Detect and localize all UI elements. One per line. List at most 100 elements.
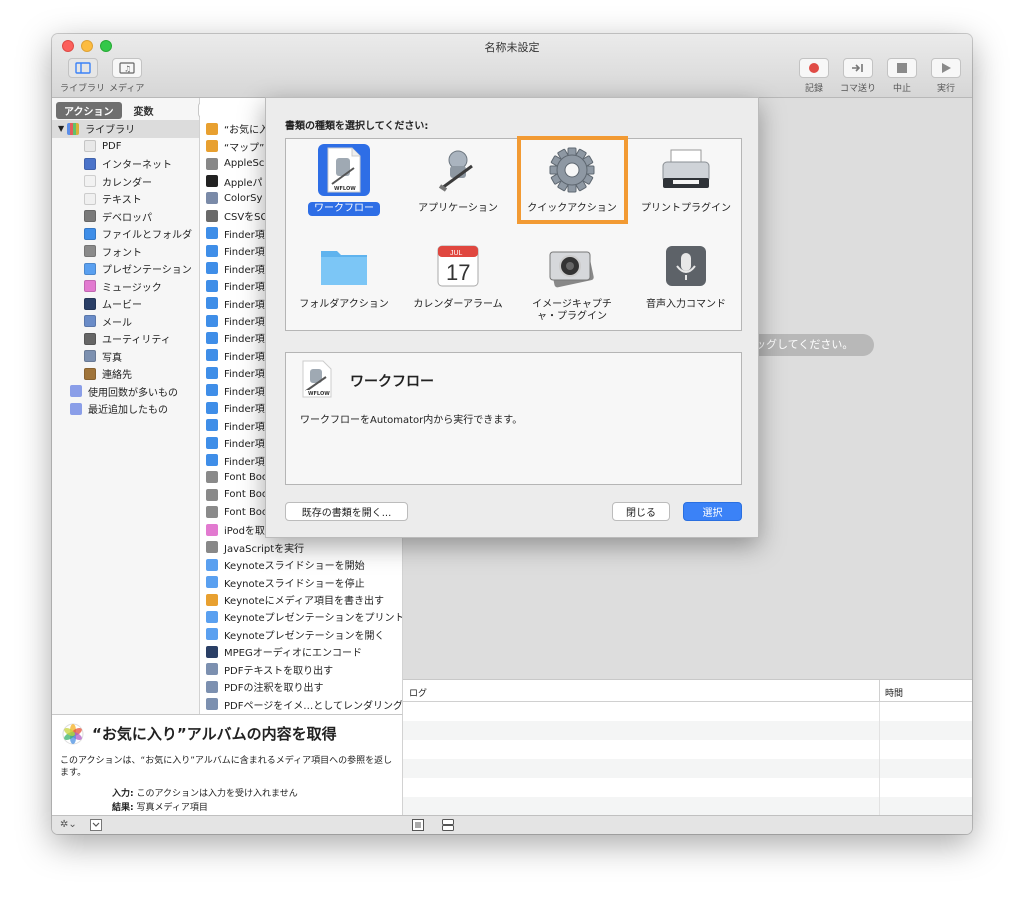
log-column-header[interactable]: ログ: [409, 686, 427, 699]
action-list-item[interactable]: Keynoteプレゼンテーションを開く: [200, 626, 402, 643]
type-folder-action[interactable]: フォルダアクション: [287, 236, 401, 328]
sheet-prompt: 書類の種類を選択してください:: [285, 121, 429, 132]
action-list-item[interactable]: JavaScriptを実行: [200, 539, 402, 556]
step-button[interactable]: コマ送り: [838, 58, 878, 94]
type-workflow[interactable]: WFLOW ワークフロー: [287, 140, 401, 232]
run-label: 実行: [936, 84, 955, 94]
action-label: Finder項: [224, 282, 265, 294]
time-column-header[interactable]: 時間: [885, 686, 903, 699]
fontbook-icon: [206, 471, 218, 484]
action-label: JavaScriptを実行: [224, 543, 305, 555]
type-image-capture-plugin[interactable]: イメージキャプチ ャ・プラグイン: [515, 236, 629, 328]
choose-button[interactable]: 選択: [683, 502, 742, 521]
action-list-item[interactable]: PDFの注釈を取り出す: [200, 678, 402, 695]
media-icon[interactable]: ♫: [111, 58, 142, 78]
type-print-plugin-label: プリントプラグイン: [641, 203, 731, 214]
record-label: 記録: [804, 84, 823, 94]
tab-variables[interactable]: 変数: [126, 102, 162, 119]
library-root-label: ライブラリ: [85, 125, 136, 137]
info-meta: 入力: このアクションは入力を受け入れません 結果: 写真メディア項目: [112, 787, 298, 815]
log-table: ログ 時間: [403, 679, 972, 816]
sidebar-item[interactable]: ミュージック: [52, 278, 199, 296]
sidebar-item[interactable]: ファイルとフォルダ: [52, 225, 199, 243]
library-tree: ▼ ライブラリ PDF インターネット カレンダーテキスト デベロッパファイルとフォル…: [52, 120, 199, 418]
action-list-item[interactable]: Keynoteスライドショーを開始: [200, 556, 402, 573]
library-toggle[interactable]: ライブラリ: [60, 58, 105, 94]
sidebar-item[interactable]: カレンダー: [52, 173, 199, 191]
fontbook-icon: [206, 488, 218, 501]
finder-icon: [206, 436, 218, 449]
action-label: Keynoteプレゼンテーションをプリント: [224, 613, 402, 625]
script-icon: [206, 541, 218, 554]
run-button[interactable]: 実行: [926, 58, 966, 94]
stop-icon[interactable]: [887, 58, 917, 78]
type-dictation-command[interactable]: 音声入力コマンド: [629, 236, 743, 328]
sidebar-item[interactable]: テキスト: [52, 190, 199, 208]
sidebar-item[interactable]: デベロッパ: [52, 208, 199, 226]
script-icon: [206, 157, 218, 170]
action-list-item[interactable]: PDFテキストを取り出す: [200, 661, 402, 678]
sidebar-item-label: ファイルとフォルダ: [102, 230, 192, 242]
open-existing-button[interactable]: 既存の書類を開く...: [285, 502, 408, 521]
smart-group-item[interactable]: 使用回数が多いもの: [52, 383, 199, 401]
sidebar-item[interactable]: フォント: [52, 243, 199, 261]
pdf-icon: [84, 140, 96, 153]
type-application[interactable]: アプリケーション: [401, 140, 515, 232]
sidebar-item-label: テキスト: [102, 195, 142, 207]
action-label: Font Boo: [224, 506, 269, 518]
movie-icon: [84, 297, 96, 310]
sidebar-item[interactable]: PDF: [52, 138, 199, 156]
split-view-icon[interactable]: [442, 819, 454, 831]
stop-button[interactable]: 中止: [882, 58, 922, 94]
type-calendar-alarm[interactable]: JUL 17 カレンダーアラーム: [401, 236, 515, 328]
finder-icon: [206, 262, 218, 275]
media-toggle[interactable]: ♫ メディア: [109, 58, 144, 94]
disclosure-triangle-icon[interactable]: ▼: [58, 124, 64, 133]
preview-icon: [206, 663, 218, 676]
keynote-icon: [206, 576, 218, 589]
type-calendar-alarm-label: カレンダーアラーム: [413, 299, 503, 310]
sidebar-item[interactable]: インターネット: [52, 155, 199, 173]
record-button[interactable]: 記録: [794, 58, 834, 94]
list-view-icon[interactable]: [412, 819, 424, 831]
music-icon: [206, 523, 218, 536]
sidebar-item-label: PDF: [102, 140, 122, 152]
calendar-day: 17: [446, 260, 470, 285]
wflow-tag: WFLOW: [308, 391, 330, 397]
action-list-item[interactable]: Keynoteスライドショーを停止: [200, 573, 402, 590]
action-list-item[interactable]: PDFページをイメ…としてレンダリング: [200, 695, 402, 712]
close-button[interactable]: 閉じる: [612, 502, 670, 521]
photos-icon: [206, 140, 218, 153]
action-list-item[interactable]: Keynoteにメディア項目を書き出す: [200, 591, 402, 608]
record-icon[interactable]: [799, 58, 829, 78]
run-icon[interactable]: [931, 58, 961, 78]
type-print-plugin[interactable]: プリントプラグイン: [629, 140, 743, 232]
action-label: Finder項: [224, 439, 265, 451]
info-toggle-icon[interactable]: [90, 819, 102, 831]
input-label: 入力:: [112, 789, 134, 799]
sidebar-item[interactable]: ムービー: [52, 295, 199, 313]
library-icon[interactable]: [67, 58, 98, 78]
sidebar-item[interactable]: 写真: [52, 348, 199, 366]
info-title: “お気に入り”アルバムの内容を取得: [92, 725, 337, 743]
action-list-item[interactable]: Keynoteプレゼンテーションをプリント: [200, 608, 402, 625]
smart-group-item[interactable]: 最近追加したもの: [52, 400, 199, 418]
log-row: [403, 740, 972, 759]
photo-icon: [84, 350, 96, 363]
sidebar-item[interactable]: ユーティリティ: [52, 330, 199, 348]
quicktime-icon: [206, 645, 218, 658]
sidebar-item-label: インターネット: [102, 160, 172, 172]
workflow-icon: WFLOW: [318, 144, 370, 196]
library-sidebar: アクション 変数 ▼ ライブラリ PDF インターネット カレンダーテキスト デベロッ…: [52, 98, 200, 714]
library-root[interactable]: ▼ ライブラリ: [52, 120, 199, 138]
action-list-item[interactable]: MPEGオーディオにエンコード: [200, 643, 402, 660]
smart-group-label: 最近追加したもの: [88, 405, 168, 417]
sidebar-item[interactable]: 連絡先: [52, 365, 199, 383]
sidebar-item[interactable]: プレゼンテーション: [52, 260, 199, 278]
gear-menu-icon[interactable]: ✲⌄: [60, 819, 77, 830]
step-icon[interactable]: [843, 58, 873, 78]
tab-actions[interactable]: アクション: [56, 102, 122, 119]
sidebar-item[interactable]: メール: [52, 313, 199, 331]
keynote-icon: [206, 628, 218, 641]
action-label: Finder項: [224, 334, 265, 346]
